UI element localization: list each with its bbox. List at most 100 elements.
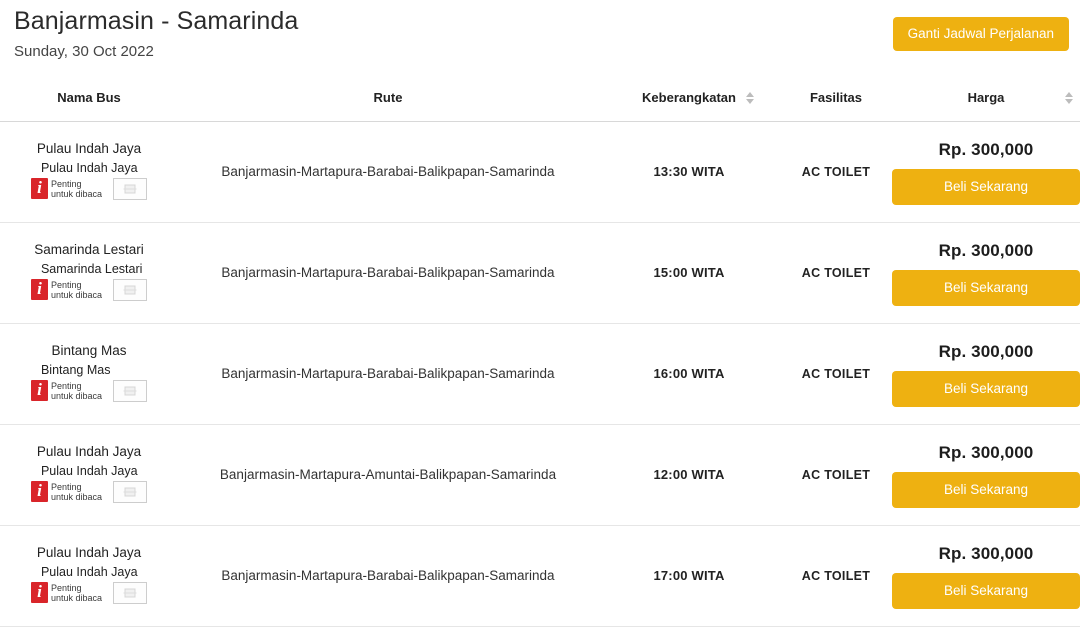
notice-line-2: untuk dibaca: [50, 593, 103, 603]
bus-logo-alt-text: Pulau Indah Jaya: [40, 564, 138, 579]
table-row: Pulau Indah Jaya Pulau Indah Jaya Pentingu…: [0, 525, 1080, 627]
facilities-text: AC TOILET: [801, 468, 871, 482]
broken-image-icon: [113, 177, 148, 200]
buy-now-button[interactable]: Beli Sekarang: [892, 269, 1080, 306]
table-body: Pulau Indah JayaPulau Indah JayaPentingu…: [0, 121, 1080, 627]
bus-name-text: Bintang Mas: [51, 342, 127, 358]
bus-logo-alt-text: Samarinda Lestari: [40, 261, 143, 276]
price-amount: Rp. 300,000: [938, 139, 1034, 159]
price-amount: Rp. 300,000: [938, 442, 1034, 462]
buy-now-button[interactable]: Beli Sekarang: [892, 370, 1080, 407]
notice-line-1: Penting: [50, 481, 82, 492]
broken-image-icon: [113, 379, 148, 402]
route-text: Banjarmasin-Martapura-Barabai-Balikpapan…: [221, 164, 555, 179]
notice-line-2: untuk dibaca: [50, 391, 103, 401]
buy-now-button[interactable]: Beli Sekarang: [892, 471, 1080, 508]
column-header-nama-bus[interactable]: Nama Bus: [0, 90, 178, 122]
cell-facilities: AC TOILET: [780, 525, 892, 627]
cell-price: Rp. 300,000 Beli Sekarang: [892, 121, 1080, 223]
cell-departure: 13:30 WITA: [598, 121, 780, 223]
column-label-keberangkatan: Keberangkatan: [642, 90, 736, 105]
facilities-text: AC TOILET: [801, 165, 871, 179]
buy-now-button[interactable]: Beli Sekarang: [892, 572, 1080, 609]
column-label-harga: Harga: [967, 90, 1005, 105]
bus-logo-broken-image[interactable]: Pulau Indah Jaya Pentinguntuk dibaca: [30, 564, 148, 604]
cell-route: Banjarmasin-Martapura-Barabai-Balikpapan…: [178, 222, 598, 324]
cell-route: Banjarmasin-Martapura-Amuntai-Balikpapan…: [178, 424, 598, 526]
notice-line-1: Penting: [50, 279, 82, 290]
bus-name-text: Pulau Indah Jaya: [36, 443, 142, 459]
bus-logo-alt-text: Pulau Indah Jaya: [40, 463, 138, 478]
cell-bus-name: Bintang Mas Bintang Mas Pentinguntuk dibac…: [0, 323, 178, 425]
price-amount: Rp. 300,000: [938, 341, 1034, 361]
column-label-rute: Rute: [373, 90, 403, 105]
cell-price: Rp. 300,000 Beli Sekarang: [892, 424, 1080, 526]
important-notice-text: Penting untuk dibaca: [51, 379, 102, 402]
cell-departure: 15:00 WITA: [598, 222, 780, 324]
cell-price: Rp. 300,000 Beli Sekarang: [892, 323, 1080, 425]
table-row: Samarinda Lestari Samarinda Lestari Pentin…: [0, 222, 1080, 324]
column-header-fasilitas[interactable]: Fasilitas: [780, 90, 892, 122]
price-amount: Rp. 300,000: [938, 240, 1034, 260]
notice-line-2: untuk dibaca: [50, 189, 103, 199]
cell-route: Banjarmasin-Martapura-Barabai-Balikpapan…: [178, 525, 598, 627]
important-notice-text: Penting untuk dibaca: [51, 480, 102, 503]
cell-facilities: AC TOILET: [780, 121, 892, 223]
important-notice-badge[interactable]: Pentinguntuk dibaca: [30, 278, 148, 301]
bus-logo-alt-text: Bintang Mas: [40, 362, 111, 377]
bus-search-results-page: Banjarmasin - Samarinda Sunday, 30 Oct 2…: [0, 0, 1080, 632]
buy-now-button[interactable]: Beli Sekarang: [892, 168, 1080, 205]
broken-image-icon: [113, 278, 148, 301]
facilities-text: AC TOILET: [801, 569, 871, 583]
important-notice-badge[interactable]: Pentinguntuk dibaca: [30, 480, 148, 503]
change-schedule-button[interactable]: Ganti Jadwal Perjalanan: [892, 17, 1069, 51]
table-row: Pulau Indah Jaya Pulau Indah Jaya Pentingu…: [0, 121, 1080, 223]
bus-logo-alt-text: Pulau Indah Jaya: [40, 160, 138, 175]
route-text: Banjarmasin-Martapura-Barabai-Balikpapan…: [221, 366, 555, 381]
notice-line-2: untuk dibaca: [50, 290, 103, 300]
info-icon: [30, 177, 48, 199]
table-row: Bintang Mas Bintang Mas Pentinguntuk dibac…: [0, 323, 1080, 425]
facilities-text: AC TOILET: [801, 266, 871, 280]
info-icon: [30, 581, 48, 603]
cell-price: Rp. 300,000 Beli Sekarang: [892, 525, 1080, 627]
cell-departure: 16:00 WITA: [598, 323, 780, 425]
route-text: Banjarmasin-Martapura-Amuntai-Balikpapan…: [219, 467, 557, 482]
cell-facilities: AC TOILET: [780, 323, 892, 425]
notice-line-2: untuk dibaca: [50, 492, 103, 502]
bus-logo-broken-image[interactable]: Pulau Indah Jaya Pentinguntuk dibaca: [30, 463, 148, 503]
important-notice-text: Penting untuk dibaca: [51, 581, 102, 604]
cell-facilities: AC TOILET: [780, 222, 892, 324]
bus-logo-broken-image[interactable]: Samarinda Lestari Pentinguntuk dibaca: [30, 261, 148, 301]
column-header-harga[interactable]: Harga: [892, 90, 1080, 122]
route-text: Banjarmasin-Martapura-Barabai-Balikpapan…: [221, 568, 555, 583]
notice-line-1: Penting: [50, 178, 82, 189]
cell-price: Rp. 300,000 Beli Sekarang: [892, 222, 1080, 324]
bus-logo-broken-image[interactable]: Pulau Indah Jaya Pentinguntuk dibaca: [30, 160, 148, 200]
cell-facilities: AC TOILET: [780, 424, 892, 526]
notice-line-1: Penting: [50, 582, 82, 593]
facilities-text: AC TOILET: [801, 367, 871, 381]
sort-icon-harga[interactable]: [1064, 92, 1073, 104]
bus-name-text: Pulau Indah Jaya: [36, 544, 142, 560]
important-notice-text: Penting untuk dibaca: [51, 278, 102, 301]
important-notice-badge[interactable]: Pentinguntuk dibaca: [30, 379, 148, 402]
info-icon: [30, 278, 48, 300]
info-icon: [30, 480, 48, 502]
sort-icon-keberangkatan[interactable]: [745, 92, 754, 104]
important-notice-badge[interactable]: Pentinguntuk dibaca: [30, 581, 148, 604]
notice-line-1: Penting: [50, 380, 82, 391]
page-header: Banjarmasin - Samarinda Sunday, 30 Oct 2…: [0, 0, 1080, 63]
departure-time: 17:00 WITA: [653, 568, 725, 583]
column-header-rute[interactable]: Rute: [178, 90, 598, 122]
cell-bus-name: Samarinda Lestari Samarinda Lestari Pentin…: [0, 222, 178, 324]
cell-departure: 12:00 WITA: [598, 424, 780, 526]
bus-logo-broken-image[interactable]: Bintang Mas Pentinguntuk dibaca: [30, 362, 148, 402]
departure-time: 13:30 WITA: [653, 164, 725, 179]
column-label-nama-bus: Nama Bus: [57, 90, 121, 105]
table-header: Nama Bus Rute Keberangkatan Fasilitas Ha…: [0, 90, 1080, 122]
cell-route: Banjarmasin-Martapura-Barabai-Balikpapan…: [178, 323, 598, 425]
column-header-keberangkatan[interactable]: Keberangkatan: [598, 90, 780, 122]
cell-departure: 17:00 WITA: [598, 525, 780, 627]
important-notice-badge[interactable]: Pentinguntuk dibaca: [30, 177, 148, 200]
